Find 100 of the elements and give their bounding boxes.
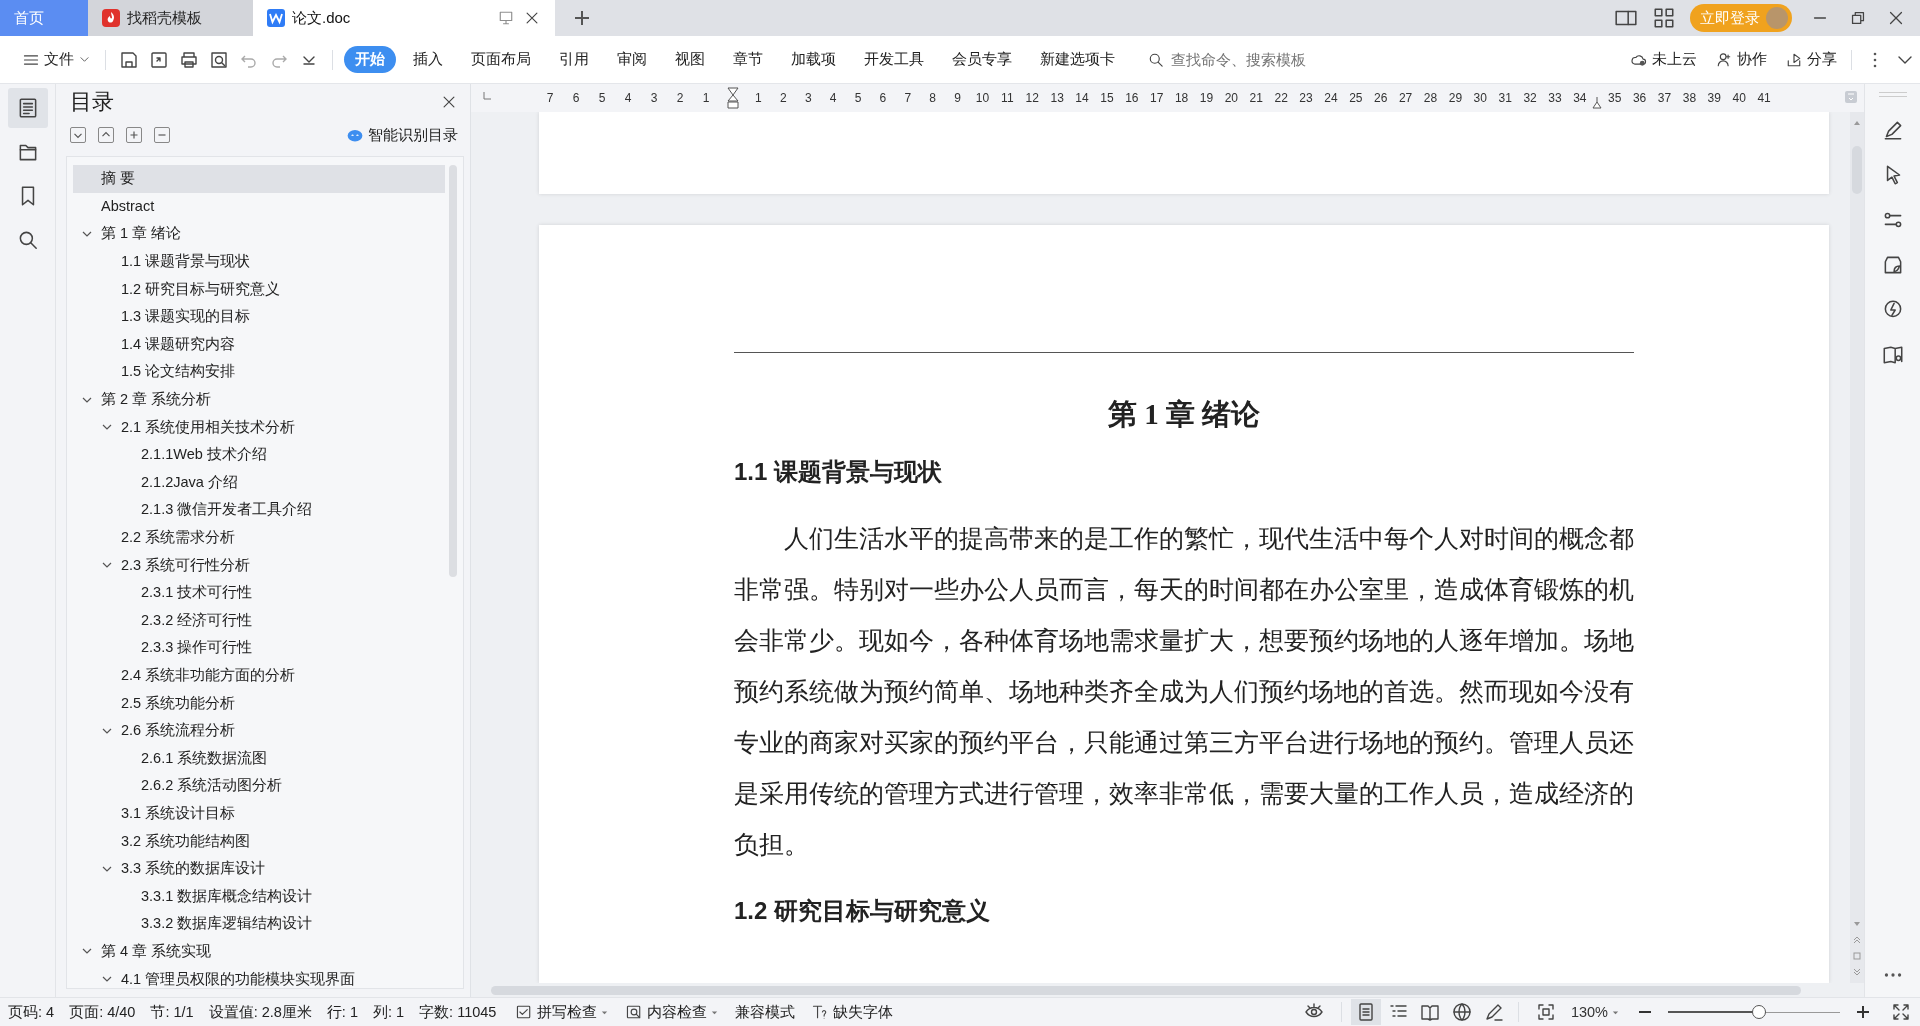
- outline-item[interactable]: 2.5 系统功能分析: [73, 689, 445, 717]
- ribbon-tab[interactable]: 视图: [664, 46, 716, 73]
- person-add-icon: [1715, 50, 1733, 69]
- grid-icon[interactable]: [1652, 6, 1676, 30]
- toolbar-action[interactable]: 协作: [1709, 50, 1773, 69]
- panel-title: 目录: [70, 88, 115, 116]
- ruler-number: 5: [597, 91, 607, 105]
- outline-item[interactable]: 2.1.3 微信开发者工具介绍: [73, 496, 445, 524]
- outline-item[interactable]: 4.1 管理员权限的功能模块实现界面: [73, 965, 445, 988]
- outline-item[interactable]: 3.3.1 数据库概念结构设计: [73, 882, 445, 911]
- status-field[interactable]: 页码: 4: [8, 1002, 55, 1022]
- toolbar-action[interactable]: 分享: [1779, 50, 1843, 69]
- collapse-all-icon[interactable]: [70, 127, 86, 143]
- outline-item[interactable]: 3.3 系统的数据库设计: [73, 854, 445, 883]
- outline-item[interactable]: 第 4 章 系统实现: [73, 937, 445, 966]
- outline-item[interactable]: 2.3.2 经济可行性: [73, 606, 445, 635]
- outline-icon[interactable]: [7, 88, 48, 128]
- outline-item[interactable]: 2.1.1Web 技术介绍: [73, 440, 445, 469]
- ribbon-tab[interactable]: 引用: [548, 46, 600, 73]
- remove-level-icon[interactable]: [154, 127, 170, 143]
- scrollbar-thumb[interactable]: [491, 985, 1801, 995]
- status-field[interactable]: 字数: 11045: [419, 1002, 497, 1022]
- document-tab[interactable]: 找稻壳模板: [88, 0, 253, 36]
- avatar-icon: [1766, 7, 1788, 29]
- monitor-icon[interactable]: [497, 9, 515, 27]
- ruler-number: 34: [1572, 91, 1588, 105]
- file-menu[interactable]: 文件: [16, 50, 97, 69]
- ribbon-tab[interactable]: 审阅: [606, 46, 658, 73]
- ruler-number: 24: [1323, 91, 1339, 105]
- outline-item[interactable]: Abstract: [73, 192, 445, 221]
- status-field[interactable]: 行: 1: [326, 1002, 358, 1022]
- outline-item[interactable]: 第 2 章 系统分析: [73, 385, 445, 414]
- page-view-icon[interactable]: [1350, 999, 1381, 1025]
- ruler-number: 5: [853, 91, 863, 105]
- ruler-number: 4: [623, 91, 633, 105]
- tab-label: 找稻壳模板: [127, 8, 203, 28]
- toolbar-action[interactable]: 未上云: [1624, 50, 1703, 69]
- fullscreen-icon[interactable]: [1890, 1001, 1912, 1023]
- outline-item[interactable]: 3.1 系统设计目标: [73, 799, 445, 828]
- outline-item[interactable]: 2.3.1 技术可行性: [73, 578, 445, 607]
- ruler-number: 15: [1099, 91, 1115, 105]
- outline-item[interactable]: 3.3.2 数据库逻辑结构设计: [73, 910, 445, 938]
- ruler-number: 28: [1422, 91, 1439, 105]
- ribbon-tab[interactable]: 章节: [722, 46, 774, 73]
- status-field[interactable]: 设置值: 2.8厘米: [208, 1002, 312, 1022]
- ribbon-tab[interactable]: 会员专享: [941, 46, 1023, 73]
- ribbon-tab[interactable]: 页面布局: [460, 46, 542, 73]
- outline-item[interactable]: 1.5 论文结构安排: [73, 358, 445, 386]
- outline-item[interactable]: 第 1 章 绪论: [73, 220, 445, 248]
- status-tool[interactable]: 内容检查: [621, 1002, 724, 1022]
- status-tool[interactable]: 缺失字体: [807, 1002, 898, 1022]
- ruler-number: 2: [675, 91, 685, 105]
- indent-marker[interactable]: [1592, 96, 1603, 110]
- smart-toc-button[interactable]: 智能识别目录: [340, 124, 464, 146]
- outline-item[interactable]: 1.4 课题研究内容: [73, 330, 445, 359]
- status-field[interactable]: 页面: 4/40: [69, 1002, 136, 1022]
- ribbon-tab[interactable]: 加载项: [780, 46, 847, 73]
- ruler-number: 8: [928, 91, 937, 105]
- outline-item[interactable]: 2.1 系统使用相关技术分析: [73, 413, 445, 441]
- ruler-number: 10: [974, 91, 991, 105]
- add-level-icon[interactable]: [126, 127, 142, 143]
- search-field[interactable]: 查找命令、搜索模板: [1147, 50, 1377, 69]
- expand-all-icon[interactable]: [98, 127, 114, 143]
- chapter-title: 第 1 章 绪论: [1106, 397, 1262, 431]
- ribbon-tab[interactable]: 开发工具: [853, 46, 935, 73]
- scrollbar-thumb[interactable]: [449, 165, 457, 577]
- ruler-number: 26: [1373, 91, 1389, 105]
- zoom-level[interactable]: 130%: [1564, 1004, 1626, 1020]
- outline-item[interactable]: 2.6.2 系统活动图分析: [73, 772, 445, 800]
- outline-item[interactable]: 2.6.1 系统数据流图: [73, 744, 445, 773]
- status-field[interactable]: 节: 1/1: [150, 1002, 194, 1022]
- outline-item[interactable]: 2.6 系统流程分析: [73, 716, 445, 745]
- ruler-number: 23: [1298, 91, 1314, 105]
- ruler-number: 40: [1731, 91, 1747, 105]
- outline-item[interactable]: 1.3 课题实现的目标: [73, 302, 445, 331]
- outline-item[interactable]: 2.1.2Java 介绍: [73, 468, 445, 497]
- ruler-number: 20: [1223, 91, 1240, 105]
- ribbon-tab[interactable]: 新建选项卡: [1029, 46, 1126, 73]
- status-tool[interactable]: 拼写检查: [511, 1002, 614, 1022]
- section-heading: 1.1 课题背景与现状: [734, 458, 944, 486]
- outline-item[interactable]: 摘 要: [73, 165, 445, 193]
- ruler-number: 9: [953, 91, 962, 105]
- word-logo-icon: [267, 9, 285, 27]
- outline-item[interactable]: 1.2 研究目标与研究意义: [73, 275, 445, 303]
- document-tab[interactable]: 论文.doc: [253, 0, 555, 36]
- outline-item[interactable]: 2.3 系统可行性分析: [73, 551, 445, 579]
- slider-thumb[interactable]: [1752, 1005, 1767, 1019]
- outline-item[interactable]: 3.2 系统功能结构图: [73, 827, 445, 855]
- status-tool[interactable]: 兼容模式: [731, 1002, 800, 1022]
- ruler-number: 1: [701, 91, 711, 105]
- indent-marker[interactable]: [726, 87, 739, 109]
- outline-item[interactable]: 2.4 系统非功能方面的分析: [73, 661, 445, 690]
- ruler-toggle-icon[interactable]: [1844, 90, 1858, 104]
- outline-item[interactable]: 2.2 系统需求分析: [73, 523, 445, 552]
- outline-item[interactable]: 2.3.3 操作可行性: [73, 634, 445, 662]
- ruler-number: 3: [649, 91, 659, 105]
- ruler-number: 13: [1049, 91, 1065, 105]
- outline-item[interactable]: 1.1 课题背景与现状: [73, 247, 445, 276]
- ribbon-tab[interactable]: 插入: [402, 46, 454, 73]
- status-field[interactable]: 列: 1: [372, 1002, 405, 1022]
